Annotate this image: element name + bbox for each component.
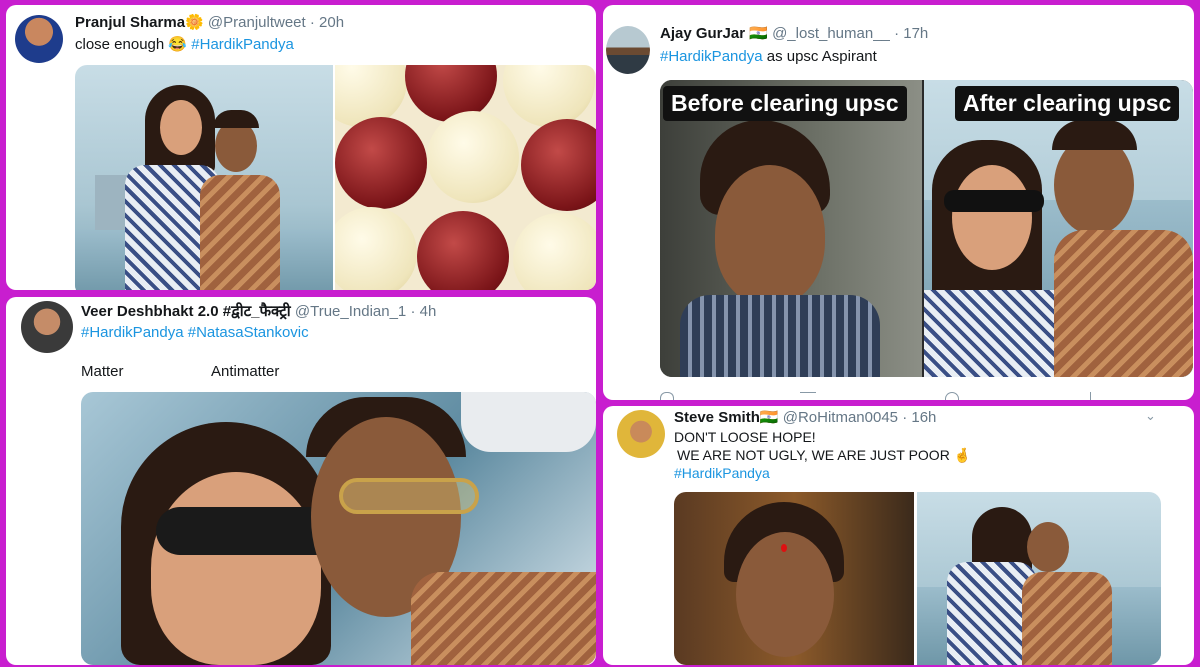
tweet-card-steve[interactable]: Steve Smith🇮🇳 @RoHitman0045 · 16h ⌄ DON'… [603, 406, 1194, 665]
flag-emoji: 🇮🇳 [749, 25, 768, 42]
hashtag-link[interactable]: #HardikPandya [81, 324, 184, 341]
separator-dot: · [410, 303, 416, 320]
couple-photo[interactable] [75, 65, 333, 290]
before-photo[interactable] [660, 80, 922, 377]
tweet-card-pranjul[interactable]: Pranjul Sharma🌼 @Pranjultweet · 20h clos… [6, 5, 596, 290]
hashtag-link[interactable]: #NatasaStankovic [188, 324, 309, 341]
timestamp[interactable]: 20h [319, 14, 344, 31]
tweet-header: Steve Smith🇮🇳 @RoHitman0045 · 16h [674, 409, 936, 427]
user-handle[interactable]: @_lost_human__ [772, 25, 890, 42]
round-glasses [339, 478, 479, 514]
timestamp[interactable]: 16h [911, 409, 936, 426]
avatar[interactable] [606, 26, 650, 74]
boat [461, 392, 596, 452]
reply-icon[interactable] [660, 392, 674, 400]
user-handle[interactable]: @True_Indian_1 [295, 303, 406, 320]
tweet-media[interactable] [75, 65, 596, 290]
tweet-line-1: DON'T LOOSE HOPE! [674, 429, 816, 445]
kiss-photo[interactable] [917, 492, 1161, 665]
meme-caption-right: After clearing upsc [955, 86, 1180, 121]
tweet-header: Pranjul Sharma🌼 @Pranjultweet · 20h [75, 14, 344, 32]
tweet-card-veer[interactable]: Veer Deshbhakt 2.0 #द्वीट_फैक्ट्री @True… [6, 297, 596, 665]
avatar[interactable] [21, 301, 73, 353]
user-handle[interactable]: @Pranjultweet [208, 14, 306, 31]
tweet-actions [660, 392, 1100, 400]
tweet-body: close enough 😂 [75, 36, 188, 53]
tweet-media[interactable] [674, 492, 1161, 665]
hashtag-link[interactable]: #HardikPandya [674, 464, 770, 482]
display-name[interactable]: Pranjul Sharma [75, 14, 185, 31]
share-icon[interactable] [1090, 392, 1100, 400]
tweet-body: WE ARE NOT UGLY, WE ARE JUST POOR [677, 447, 950, 463]
like-icon[interactable] [945, 392, 959, 400]
badge-emoji: 🌼 [185, 14, 204, 31]
tweet-text: #HardikPandya as upsc Aspirant [660, 47, 877, 66]
user-handle[interactable]: @RoHitman0045 [783, 409, 898, 426]
hashtag-link[interactable]: #HardikPandya [191, 36, 294, 53]
young-photo[interactable] [674, 492, 914, 665]
display-name[interactable]: Veer Deshbhakt 2.0 #द्वीट_फैक्ट्री [81, 303, 291, 320]
tweet-media[interactable] [81, 392, 596, 665]
chevron-down-icon[interactable]: ⌄ [1145, 408, 1156, 424]
separator-dot: · [894, 25, 900, 42]
after-photo[interactable] [924, 80, 1193, 377]
display-name[interactable]: Steve Smith [674, 409, 760, 426]
display-name[interactable]: Ajay GurJar [660, 25, 745, 42]
avatar[interactable] [15, 15, 63, 63]
timestamp[interactable]: 17h [903, 25, 928, 42]
tweet-text: #HardikPandya #NatasaStankovic [81, 323, 309, 342]
timestamp[interactable]: 4h [420, 303, 437, 320]
label-antimatter: Antimatter [211, 363, 280, 380]
avatar[interactable] [617, 410, 665, 458]
hashtag-link[interactable]: #HardikPandya [660, 48, 763, 65]
tweet-card-ajay[interactable]: Ajay GurJar 🇮🇳 @_lost_human__ · 17h #Har… [603, 5, 1194, 400]
flag-emoji: 🇮🇳 [759, 409, 779, 426]
separator-dot: · [309, 14, 315, 31]
fingers-crossed-emoji: 🤞 [953, 447, 972, 463]
tweet-header: Veer Deshbhakt 2.0 #द्वीट_फैक्ट्री @True… [81, 303, 436, 321]
tweet-header: Ajay GurJar 🇮🇳 @_lost_human__ · 17h [660, 25, 928, 43]
tilak-mark [781, 544, 787, 552]
tweet-body: as upsc Aspirant [766, 48, 877, 65]
meme-caption-left: Before clearing upsc [663, 86, 907, 121]
label-matter: Matter [81, 363, 124, 380]
tweet-line-2: WE ARE NOT UGLY, WE ARE JUST POOR 🤞 [677, 446, 971, 464]
sunglasses [944, 190, 1044, 212]
selfie-photo[interactable] [81, 392, 596, 665]
tweet-text: close enough 😂 #HardikPandya [75, 35, 294, 54]
separator-dot: · [902, 409, 908, 426]
tweet-media[interactable]: Before clearing upsc After clearing upsc [660, 80, 1193, 377]
sweets-photo[interactable] [335, 65, 596, 290]
retweet-icon[interactable] [800, 392, 816, 400]
